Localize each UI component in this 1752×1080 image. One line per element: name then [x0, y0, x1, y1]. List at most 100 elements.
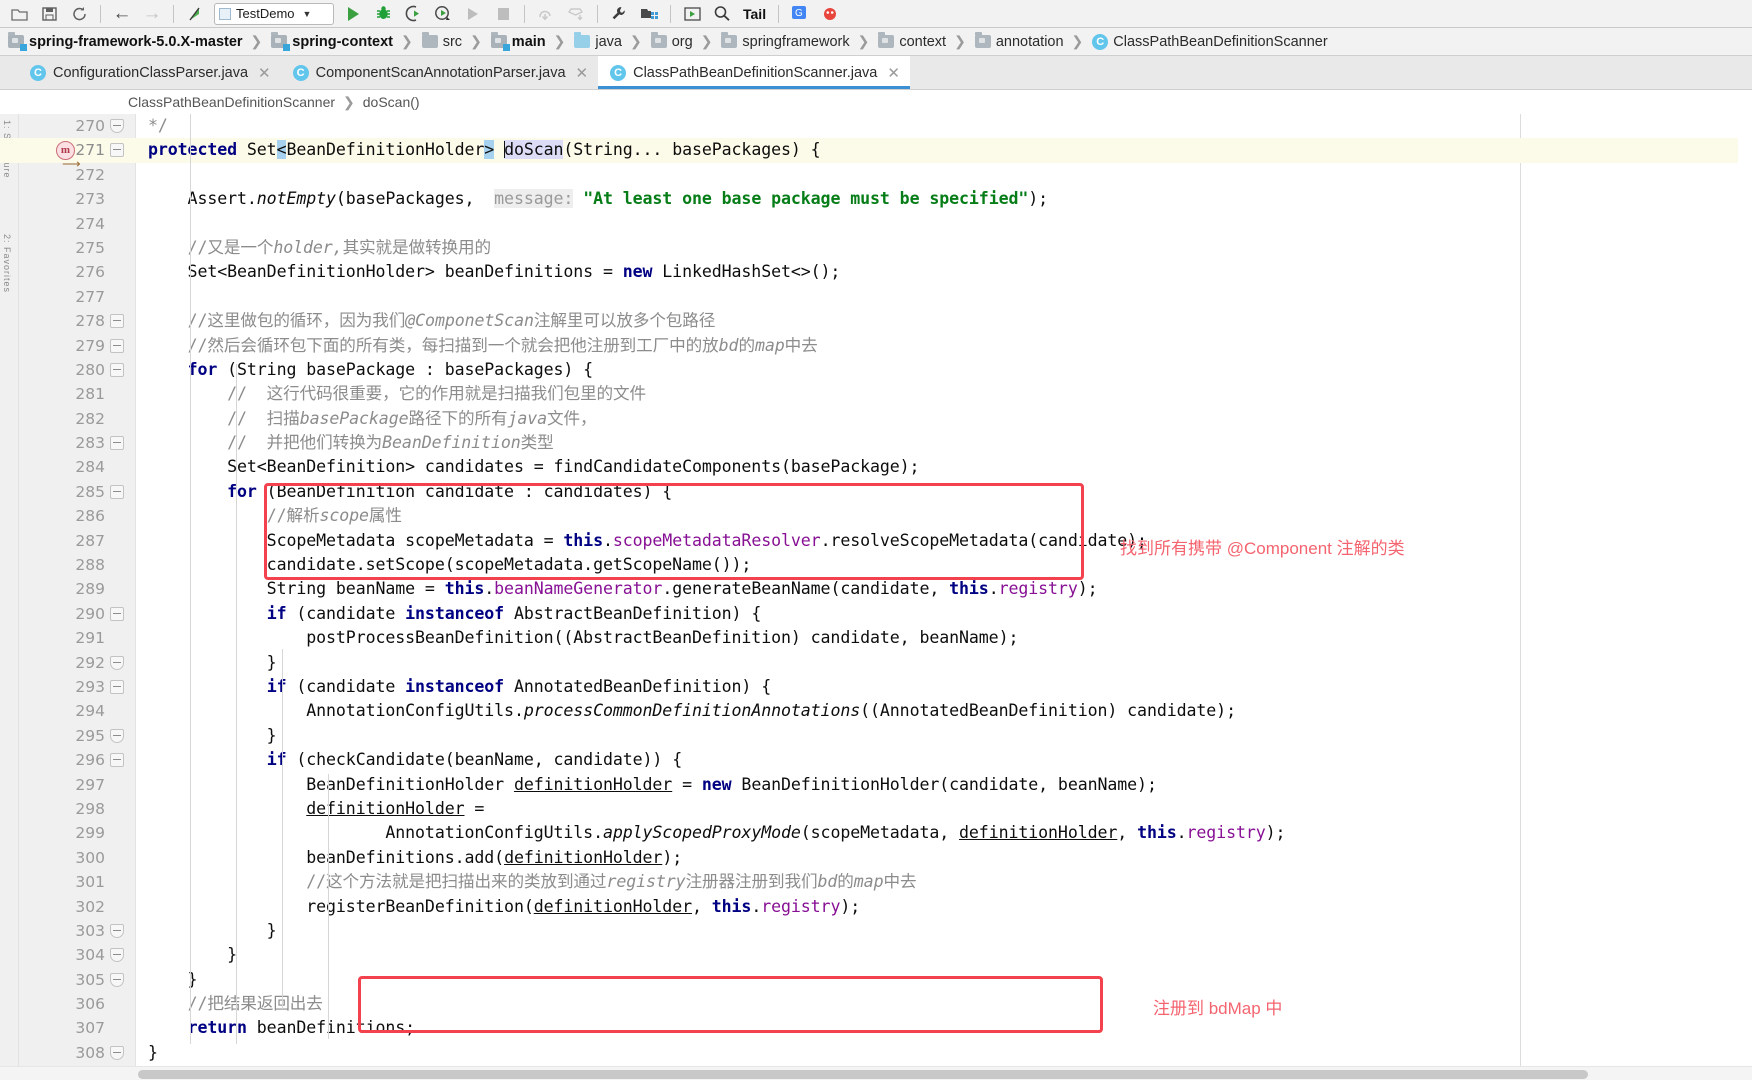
code-text[interactable]: if (checkCandidate(beanName, candidate))… — [148, 748, 683, 772]
code-line[interactable]: 272 — [0, 163, 1752, 187]
code-line[interactable]: 273 Assert.notEmpty(basePackages, messag… — [0, 187, 1752, 211]
code-line[interactable]: 290 if (candidate instanceof AbstractBea… — [0, 602, 1752, 626]
code-line[interactable]: 277 — [0, 285, 1752, 309]
code-text[interactable]: //又是一个holder,其实就是做转换用的 — [148, 236, 492, 260]
close-icon[interactable]: ✕ — [887, 64, 900, 82]
back-icon[interactable]: ← — [108, 2, 136, 26]
code-folding-toggle-icon[interactable] — [110, 484, 124, 499]
code-line[interactable]: 299 AnnotationConfigUtils.applyScopedPro… — [0, 821, 1752, 845]
code-folding-toggle-icon[interactable] — [110, 753, 124, 768]
code-line[interactable]: 284 Set<BeanDefinition> candidates = fin… — [0, 455, 1752, 479]
code-text[interactable]: Set<BeanDefinitionHolder> beanDefinition… — [148, 260, 841, 284]
close-icon[interactable]: ✕ — [258, 64, 271, 82]
code-line[interactable]: 294 AnnotationConfigUtils.processCommonD… — [0, 699, 1752, 723]
run-with-coverage-icon[interactable] — [399, 2, 427, 26]
code-text[interactable] — [148, 163, 158, 187]
code-line[interactable]: 302 registerBeanDefinition(definitionHol… — [0, 895, 1752, 919]
code-folding-end-icon[interactable] — [110, 1045, 124, 1060]
code-text[interactable]: */ — [148, 114, 168, 138]
code-line[interactable]: 298 definitionHolder = — [0, 797, 1752, 821]
breadcrumb-item-src[interactable]: src — [420, 28, 464, 56]
breadcrumb-item-spring-context[interactable]: spring-context — [269, 28, 395, 56]
code-folding-end-icon[interactable] — [110, 728, 124, 743]
project-structure-icon[interactable] — [635, 2, 663, 26]
code-folding-toggle-icon[interactable] — [110, 679, 124, 694]
code-line[interactable]: 296 if (checkCandidate(beanName, candida… — [0, 748, 1752, 772]
code-text[interactable]: String beanName = this.beanNameGenerator… — [148, 577, 1098, 601]
code-line[interactable]: 270 */ — [0, 114, 1752, 138]
close-icon[interactable]: ✕ — [576, 64, 589, 82]
code-text[interactable]: Assert.notEmpty(basePackages, message: "… — [148, 187, 1048, 211]
update-project-icon[interactable] — [532, 2, 560, 26]
code-text[interactable]: registerBeanDefinition(definitionHolder,… — [148, 895, 860, 919]
code-editor[interactable]: 1: Structure 2: Favorites 270*/271m⟶prot… — [0, 114, 1752, 1080]
code-line[interactable]: 274 — [0, 212, 1752, 236]
code-text[interactable]: AnnotationConfigUtils.processCommonDefin… — [148, 699, 1236, 723]
breadcrumb-item-main[interactable]: main — [489, 28, 548, 56]
forward-icon[interactable]: → — [138, 2, 166, 26]
code-line[interactable]: 283 // 并把他们转换为BeanDefinition类型 — [0, 431, 1752, 455]
code-line[interactable]: 291 postProcessBeanDefinition((AbstractB… — [0, 626, 1752, 650]
code-text[interactable]: //这个方法就是把扫描出来的类放到通过registry注册器注册到我们bd的ma… — [148, 870, 916, 894]
code-line[interactable]: 292 } — [0, 651, 1752, 675]
code-line[interactable]: 295 } — [0, 724, 1752, 748]
code-line[interactable]: 303 } — [0, 919, 1752, 943]
code-text[interactable]: } — [148, 724, 277, 748]
code-line[interactable]: 297 BeanDefinitionHolder definitionHolde… — [0, 773, 1752, 797]
save-all-icon[interactable] — [35, 2, 63, 26]
sync-icon[interactable] — [65, 2, 93, 26]
run-icon[interactable] — [339, 2, 367, 26]
tab-class-path-bean-definition-scanner[interactable]: C ClassPathBeanDefinitionScanner.java ✕ — [598, 56, 910, 89]
breadcrumb-item-springframework[interactable]: springframework — [719, 28, 851, 56]
commit-icon[interactable] — [562, 2, 590, 26]
code-line[interactable]: 275 //又是一个holder,其实就是做转换用的 — [0, 236, 1752, 260]
code-text[interactable] — [148, 285, 158, 309]
code-text[interactable] — [148, 212, 158, 236]
search-everywhere-icon[interactable] — [708, 2, 736, 26]
code-line[interactable]: 276 Set<BeanDefinitionHolder> beanDefini… — [0, 260, 1752, 284]
bug-icon[interactable] — [816, 2, 844, 26]
code-text[interactable]: protected Set<BeanDefinitionHolder> doSc… — [148, 138, 821, 162]
code-text[interactable]: definitionHolder = — [148, 797, 484, 821]
code-text[interactable]: } — [148, 1041, 158, 1065]
code-text[interactable]: Set<BeanDefinition> candidates = findCan… — [148, 455, 919, 479]
code-text[interactable]: beanDefinitions.add(definitionHolder); — [148, 846, 682, 870]
code-text[interactable]: // 扫描basePackage路径下的所有java文件， — [148, 407, 596, 431]
code-text[interactable]: // 并把他们转换为BeanDefinition类型 — [148, 431, 554, 455]
tab-component-scan-annotation-parser[interactable]: C ComponentScanAnnotationParser.java ✕ — [281, 56, 598, 89]
code-folding-toggle-icon[interactable] — [110, 338, 124, 353]
code-folding-end-icon[interactable] — [110, 972, 124, 987]
code-line[interactable]: 281 // 这行代码很重要，它的作用就是扫描我们包里的文件 — [0, 382, 1752, 406]
code-folding-end-icon[interactable] — [110, 119, 124, 133]
code-text[interactable]: BeanDefinitionHolder definitionHolder = … — [148, 773, 1157, 797]
code-line[interactable]: 280 for (String basePackage : basePackag… — [0, 358, 1752, 382]
code-line[interactable]: 282 // 扫描basePackage路径下的所有java文件， — [0, 407, 1752, 431]
code-text[interactable]: //然后会循环包下面的所有类，每扫描到一个就会把他注册到工厂中的放bd的map中… — [148, 334, 818, 358]
breadcrumb-item-annotation[interactable]: annotation — [973, 28, 1066, 56]
code-lines[interactable]: 270 */271 m ⟶ protected Set<BeanDefinitionHo… — [0, 114, 1752, 1080]
run-console-icon[interactable] — [678, 2, 706, 26]
code-text[interactable]: AnnotationConfigUtils.applyScopedProxyMo… — [148, 821, 1285, 845]
profile-icon[interactable] — [429, 2, 457, 26]
horizontal-scrollbar-thumb[interactable] — [138, 1070, 1588, 1079]
code-line[interactable]: 279 //然后会循环包下面的所有类，每扫描到一个就会把他注册到工厂中的放bd的… — [0, 334, 1752, 358]
breadcrumb-item-java[interactable]: java — [572, 28, 624, 56]
code-text[interactable]: // 这行代码很重要，它的作用就是扫描我们包里的文件 — [148, 382, 646, 406]
code-text[interactable]: } — [148, 943, 237, 967]
code-line[interactable]: 271 m ⟶ protected Set<BeanDefinitionHolder>… — [0, 138, 1752, 171]
code-folding-toggle-icon[interactable] — [110, 606, 124, 621]
vertical-scrollbar[interactable] — [1738, 114, 1752, 1080]
settings-icon[interactable] — [605, 2, 633, 26]
code-folding-toggle-icon[interactable] — [110, 314, 124, 329]
code-text[interactable]: } — [148, 919, 277, 943]
code-line[interactable]: 289 String beanName = this.beanNameGener… — [0, 577, 1752, 601]
breadcrumb-item-org[interactable]: org — [649, 28, 695, 56]
code-folding-end-icon[interactable] — [110, 655, 124, 670]
code-folding-toggle-icon[interactable] — [110, 143, 124, 158]
code-line[interactable]: 304 } — [0, 943, 1752, 967]
editor-breadcrumb-method[interactable]: doScan() — [363, 94, 420, 110]
open-icon[interactable] — [5, 2, 33, 26]
code-text[interactable]: if (candidate instanceof AbstractBeanDef… — [148, 602, 762, 626]
rerun-icon[interactable] — [459, 2, 487, 26]
code-line[interactable]: 301 //这个方法就是把扫描出来的类放到通过registry注册器注册到我们b… — [0, 870, 1752, 894]
